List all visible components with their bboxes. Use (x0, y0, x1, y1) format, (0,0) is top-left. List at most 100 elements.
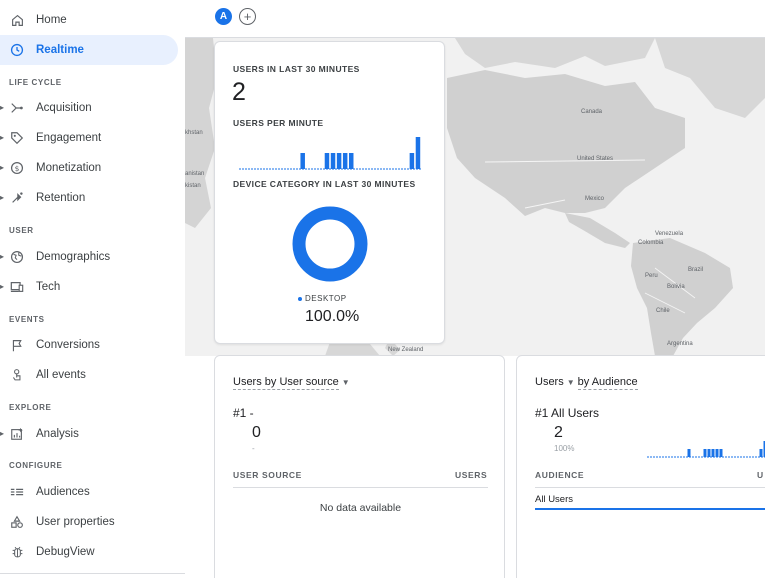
expand-arrow-icon[interactable]: ▸ (0, 93, 6, 123)
expand-arrow-icon[interactable]: ▸ (0, 272, 6, 302)
table-row-all-users[interactable]: All Users (535, 494, 573, 505)
section-title-configure: CONFIGURE (9, 461, 63, 470)
top-rank-share: 100% (554, 444, 575, 453)
sidebar-item-demographics[interactable]: ▸ Demographics (0, 242, 178, 272)
donut-slice-desktop[interactable] (292, 206, 368, 282)
map-label-bolivia: Bolivia (667, 284, 685, 290)
sidebar-item-tech[interactable]: ▸ Tech (0, 272, 178, 302)
chart-bar-minute-18[interactable] (342, 153, 348, 169)
chart-bar-minute-19[interactable] (348, 153, 354, 169)
user-properties-icon (9, 514, 25, 530)
top-rank-share: - (252, 444, 255, 453)
chart-bar-minute-29[interactable] (759, 449, 763, 457)
device-category-label: DEVICE CATEGORY IN LAST 30 MINUTES (233, 179, 416, 189)
bug-icon (9, 544, 25, 560)
row-highlight-bar (535, 508, 765, 510)
top-rank-label: #1 - (233, 406, 254, 420)
users-30min-label: USERS IN LAST 30 MINUTES (233, 64, 360, 74)
sidebar-item-engagement[interactable]: ▸ Engagement (0, 123, 178, 153)
sidebar-item-audiences[interactable]: Audiences (0, 477, 178, 507)
users-by-source-card: Users by User source ▼ #1 - 0 - USER SOUR… (214, 355, 505, 578)
chart-bar-minute-17[interactable] (711, 449, 715, 457)
legend-label-desktop: DESKTOP (305, 294, 347, 303)
card-title[interactable]: Users ▼ by Audience (535, 376, 638, 390)
map-label-brazil: Brazil (688, 267, 704, 273)
column-header-users[interactable]: U (757, 470, 764, 480)
dimension-label[interactable]: by Audience (577, 376, 638, 390)
sidebar-item-retention[interactable]: ▸ Retention (0, 183, 178, 213)
sidebar-divider (0, 573, 185, 574)
column-header-audience[interactable]: AUDIENCE (535, 470, 584, 480)
table-divider (233, 487, 488, 488)
realtime-overview-card: USERS IN LAST 30 MINUTES 2 USERS PER MIN… (214, 41, 445, 344)
dropdown-arrow-icon[interactable]: ▼ (567, 378, 575, 387)
section-title-events: EVENTS (9, 315, 45, 324)
sidebar-item-debugview[interactable]: DebugView (0, 537, 178, 567)
legend-swatch-desktop (298, 297, 302, 301)
card-title[interactable]: Users by User source ▼ (233, 376, 353, 390)
map-label-argentina: Argentina (667, 341, 693, 347)
chart-bar-minute-18[interactable] (715, 449, 719, 457)
legend-value-desktop: 100.0% (305, 308, 360, 325)
sidebar-item-user-properties[interactable]: User properties (0, 507, 178, 537)
sidebar-item-conversions[interactable]: Conversions (0, 330, 178, 360)
users-by-audience-card: Users ▼ by Audience #1 All Users 2 100% AU… (516, 355, 765, 578)
chart-bar-minute-29[interactable] (409, 153, 415, 169)
expand-arrow-icon[interactable]: ▸ (0, 153, 6, 183)
chart-bar-minute-15[interactable] (703, 449, 707, 457)
map-label-united-states: United States (577, 156, 614, 162)
chart-bar-minute-15[interactable] (324, 153, 330, 169)
column-header-users[interactable]: USERS (455, 470, 487, 480)
map-label-anistan: anistan (185, 171, 205, 177)
sidebar-item-home[interactable]: Home (0, 5, 178, 35)
sidebar-item-monetization[interactable]: ▸ $ Monetization (0, 153, 178, 183)
sidebar-item-label: Conversions (36, 339, 100, 351)
add-comparison-button[interactable]: + (239, 8, 256, 25)
chart-bar-minute-11[interactable] (687, 449, 691, 457)
svg-text:$: $ (15, 164, 20, 173)
clock-icon (9, 42, 25, 58)
expand-arrow-icon[interactable]: ▸ (0, 183, 6, 213)
sidebar-item-analysis[interactable]: ▸ Analysis (0, 419, 178, 449)
users-30min-value: 2 (232, 78, 246, 106)
sidebar-item-acquisition[interactable]: ▸ Acquisition (0, 93, 178, 123)
dollar-icon: $ (9, 160, 25, 176)
expand-arrow-icon[interactable]: ▸ (0, 419, 6, 449)
globe-icon (9, 249, 25, 265)
sidebar-item-label: Home (36, 14, 67, 26)
tag-icon (9, 130, 25, 146)
flag-icon (9, 337, 25, 353)
map-label-colombia: Colombia (638, 240, 664, 246)
expand-arrow-icon[interactable]: ▸ (0, 123, 6, 153)
retention-icon (9, 190, 25, 206)
dropdown-arrow-icon[interactable]: ▼ (342, 378, 350, 387)
map-label-mexico: Mexico (585, 196, 605, 202)
expand-arrow-icon[interactable]: ▸ (0, 242, 6, 272)
comparison-avatar[interactable]: A (215, 8, 232, 25)
sidebar-item-label: Demographics (36, 251, 111, 263)
chart-bar-minute-16[interactable] (707, 449, 711, 457)
map-label-peru: Peru (645, 273, 658, 279)
chart-bar-minute-19[interactable] (719, 449, 723, 457)
sidebar-item-label: Tech (36, 281, 61, 293)
chart-bar-minute-30[interactable] (415, 137, 421, 169)
chart-bar-minute-11[interactable] (300, 153, 305, 169)
sidebar-item-label: Realtime (36, 44, 84, 56)
section-title-lifecycle: LIFE CYCLE (9, 78, 62, 87)
sidebar-item-realtime[interactable]: Realtime (0, 35, 178, 65)
column-header-user-source[interactable]: USER SOURCE (233, 470, 302, 480)
sidebar-item-label: DebugView (36, 546, 95, 558)
chart-bar-minute-17[interactable] (336, 153, 342, 169)
sidebar-item-label: Analysis (36, 428, 79, 440)
metric-selector[interactable]: Users (535, 376, 564, 388)
device-category-donut[interactable] (290, 204, 370, 284)
sidebar-item-all-events[interactable]: All events (0, 360, 178, 390)
chart-bar-minute-16[interactable] (330, 153, 336, 169)
users-per-minute-chart[interactable] (239, 134, 421, 170)
dimension-selector[interactable]: Users by User source (233, 376, 339, 390)
top-rank-value: 0 (252, 424, 261, 441)
sidebar-item-label: All events (36, 369, 86, 381)
section-title-explore: EXPLORE (9, 403, 52, 412)
sidebar-item-label: Engagement (36, 132, 102, 144)
audience-sparkline[interactable] (647, 438, 765, 458)
